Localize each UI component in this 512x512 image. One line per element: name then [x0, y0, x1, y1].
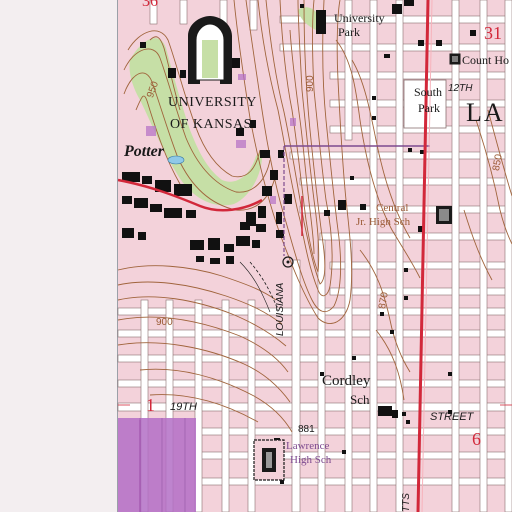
label-potter: Potter [124, 143, 164, 160]
topographic-map: University Park Count Ho 12TH South Park… [0, 0, 512, 512]
label-central-jr-high-2: Jr. High Sch [356, 216, 411, 228]
label-university-park-2: Park [338, 25, 360, 39]
elevation-900-left: 900 [156, 317, 173, 328]
label-south-park-1: South [414, 85, 443, 99]
label-cordley: Cordley [322, 373, 371, 389]
label-louisiana-street: LOUISIANA [275, 282, 286, 336]
section-number-36: 36 [142, 0, 158, 10]
label-nineteenth-street: 19TH [170, 401, 197, 413]
section-number-31: 31 [484, 23, 502, 43]
label-lawrence-high-1: Lawrence [286, 440, 330, 452]
map-left-margin [0, 0, 118, 512]
section-number-6: 6 [472, 429, 481, 449]
potter-lake [167, 155, 185, 165]
label-cordley-sch: Sch [350, 392, 370, 407]
label-south-park-2: Park [418, 101, 440, 115]
label-university-of-kansas-2: OF KANSAS [170, 117, 252, 132]
map-graphics [0, 0, 512, 512]
label-university-park-1: University [334, 11, 385, 25]
memorial-stadium [188, 16, 232, 84]
label-street: STREET [430, 411, 474, 423]
label-count-house: Count Ho [462, 53, 510, 67]
lawrence-high-building [253, 439, 285, 481]
elevation-881: 881 [298, 424, 315, 435]
label-university-of-kansas-1: UNIVERSITY [168, 95, 257, 110]
section-number-1: 1 [146, 395, 155, 415]
label-massachusetts-fragment: TTS [401, 493, 412, 512]
label-lawrence: LA [466, 98, 505, 127]
revision-area [118, 418, 196, 512]
elevation-900-ridge: 900 [305, 75, 316, 92]
central-jr-high-building [436, 206, 452, 224]
label-twelfth-street: 12TH [448, 83, 473, 94]
label-lawrence-high-2: High Sch [290, 454, 332, 466]
label-central-jr-high-1: Central [376, 202, 409, 214]
